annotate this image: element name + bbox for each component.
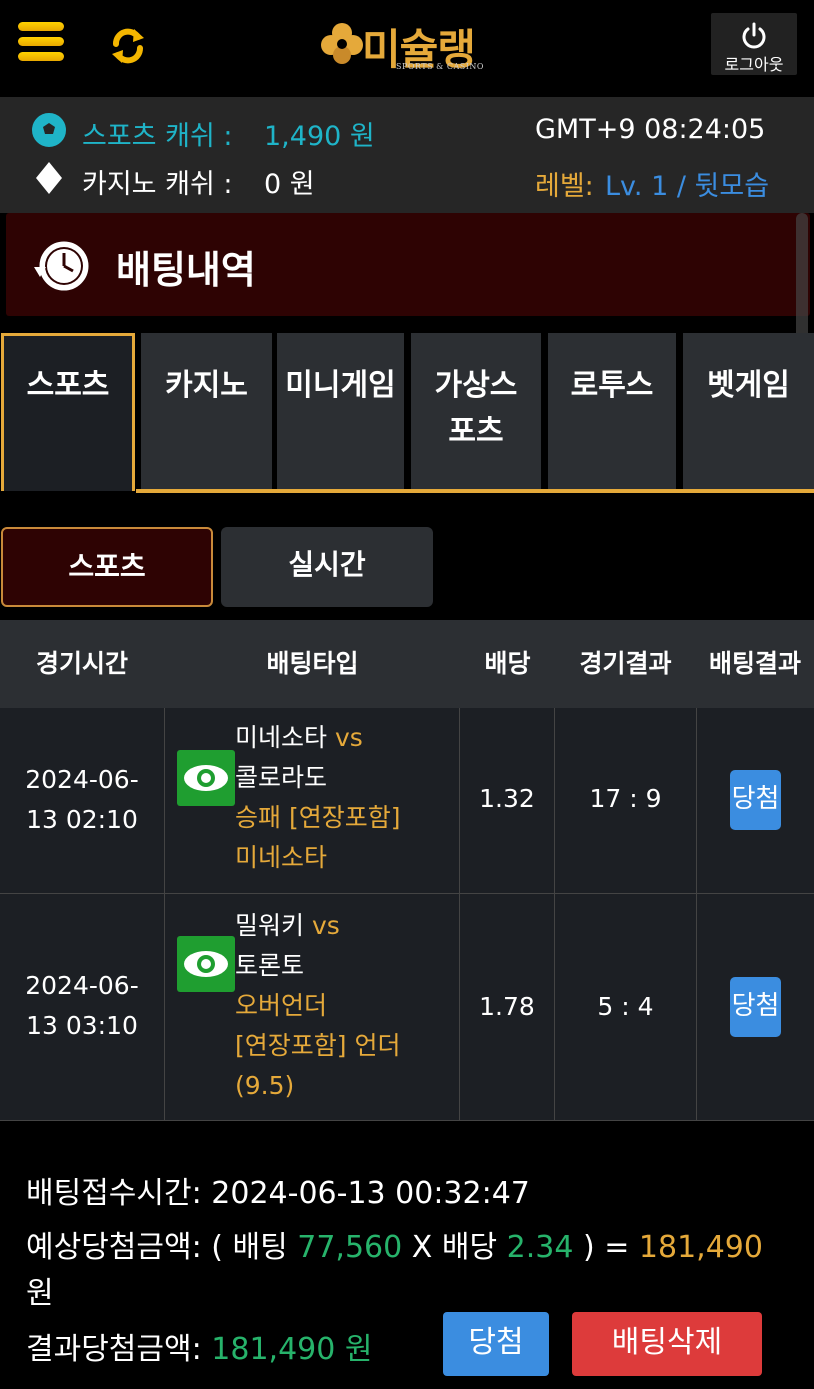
header-bet-result: 배팅결과 [708, 649, 801, 678]
logout-button[interactable]: 로그아웃 [711, 13, 797, 75]
site-logo[interactable]: 미슐랭 SPORTS & CASINO [318, 14, 498, 76]
logout-label: 로그아웃 [724, 55, 784, 74]
page-title-bar: 배팅내역 [6, 213, 810, 316]
tab-lotus[interactable]: 로투스 [548, 333, 676, 491]
refresh-icon[interactable] [108, 26, 148, 66]
game-time: 2024-06- 13 02:10 [25, 765, 139, 834]
win-status-button[interactable]: 당첨 [443, 1312, 549, 1376]
sports-cash-value: 1,490 원 [264, 121, 375, 152]
header-game-result: 경기결과 [579, 649, 672, 678]
game-time: 2024-06- 13 03:10 [25, 971, 139, 1040]
expected-win-unit: 원 [26, 1276, 54, 1311]
tab-casino[interactable]: 카지노 [141, 333, 272, 491]
tab-minigame[interactable]: 미니게임 [277, 333, 404, 491]
game-score: 17 : 9 [589, 784, 662, 813]
top-bar: 미슐랭 SPORTS & CASINO 로그아웃 [0, 0, 814, 97]
page-title: 배팅내역 [116, 248, 256, 292]
eye-icon[interactable] [177, 750, 235, 806]
level-label: 레벨: [535, 171, 594, 202]
win-badge: 당첨 [730, 770, 781, 830]
tab-label: 벳게임 [707, 368, 790, 403]
received-time: 배팅접수시간: 2024-06-13 00:32:47 [26, 1176, 530, 1211]
header-odds: 배당 [484, 649, 531, 678]
result-win-amount: 결과당첨금액: 181,490 원 [26, 1332, 373, 1367]
table-header: 경기시간 배팅타입 배당 경기결과 배팅결과 [0, 620, 814, 708]
header-game-time: 경기시간 [35, 649, 128, 678]
table-row: 2024-06- 13 03:10 밀워키 vs 토론토 오버언더 [연장포함]… [0, 894, 814, 1121]
game-score: 5 : 4 [597, 992, 654, 1021]
casino-cash-value: 0 원 [264, 169, 315, 200]
server-clock: GMT+9 08:24:05 [535, 114, 766, 145]
header-bet-type: 배팅타입 [266, 649, 359, 678]
level-value: Lv. 1 / 뒷모습 [605, 171, 770, 202]
expected-win-amount: 예상당첨금액: ( 배팅 77,560 X 배당 2.34 ) = 181,49… [26, 1230, 763, 1265]
tab-label: 가상스포츠 [434, 368, 518, 449]
eye-icon[interactable] [177, 936, 235, 992]
tab-betgame[interactable]: 벳게임 [683, 333, 814, 491]
sports-cash-label: 스포츠 캐쉬 : [82, 121, 233, 152]
soccer-ball-icon [32, 113, 66, 147]
delete-bet-button[interactable]: 배팅삭제 [572, 1312, 762, 1376]
odds-value: 1.32 [479, 784, 535, 813]
bet-info: 밀워키 vs 토론토 오버언더 [연장포함] 언더 (9.5) [235, 911, 401, 1100]
tab-label: 스포츠 [26, 368, 110, 403]
subtab-sports[interactable]: 스포츠 [1, 527, 213, 607]
odds-value: 1.78 [479, 992, 535, 1021]
hamburger-icon[interactable] [18, 22, 66, 68]
tab-label: 로투스 [570, 368, 654, 403]
tabs-underline [136, 489, 814, 493]
history-clock-icon [34, 241, 89, 291]
tab-sports[interactable]: 스포츠 [1, 333, 135, 491]
win-badge: 당첨 [730, 977, 781, 1037]
casino-cash-label: 카지노 캐쉬 : [82, 169, 233, 200]
logo-subtitle: SPORTS & CASINO [396, 62, 484, 71]
subtab-live[interactable]: 실시간 [221, 527, 433, 607]
tab-virtual-sports[interactable]: 가상스포츠 [411, 333, 541, 491]
bet-info: 미네소타 vs 콜로라도 승패 [연장포함] 미네소타 [235, 723, 401, 872]
tab-label: 미니게임 [285, 368, 396, 403]
category-tabs: 스포츠 카지노 미니게임 가상스포츠 로투스 벳게임 [0, 333, 814, 495]
clover-icon [321, 23, 363, 64]
diamond-icon [36, 162, 62, 194]
tab-label: 카지노 [165, 368, 248, 403]
table-row: 2024-06- 13 02:10 미네소타 vs 콜로라도 승패 [연장포함]… [0, 708, 814, 894]
power-icon [742, 22, 766, 49]
